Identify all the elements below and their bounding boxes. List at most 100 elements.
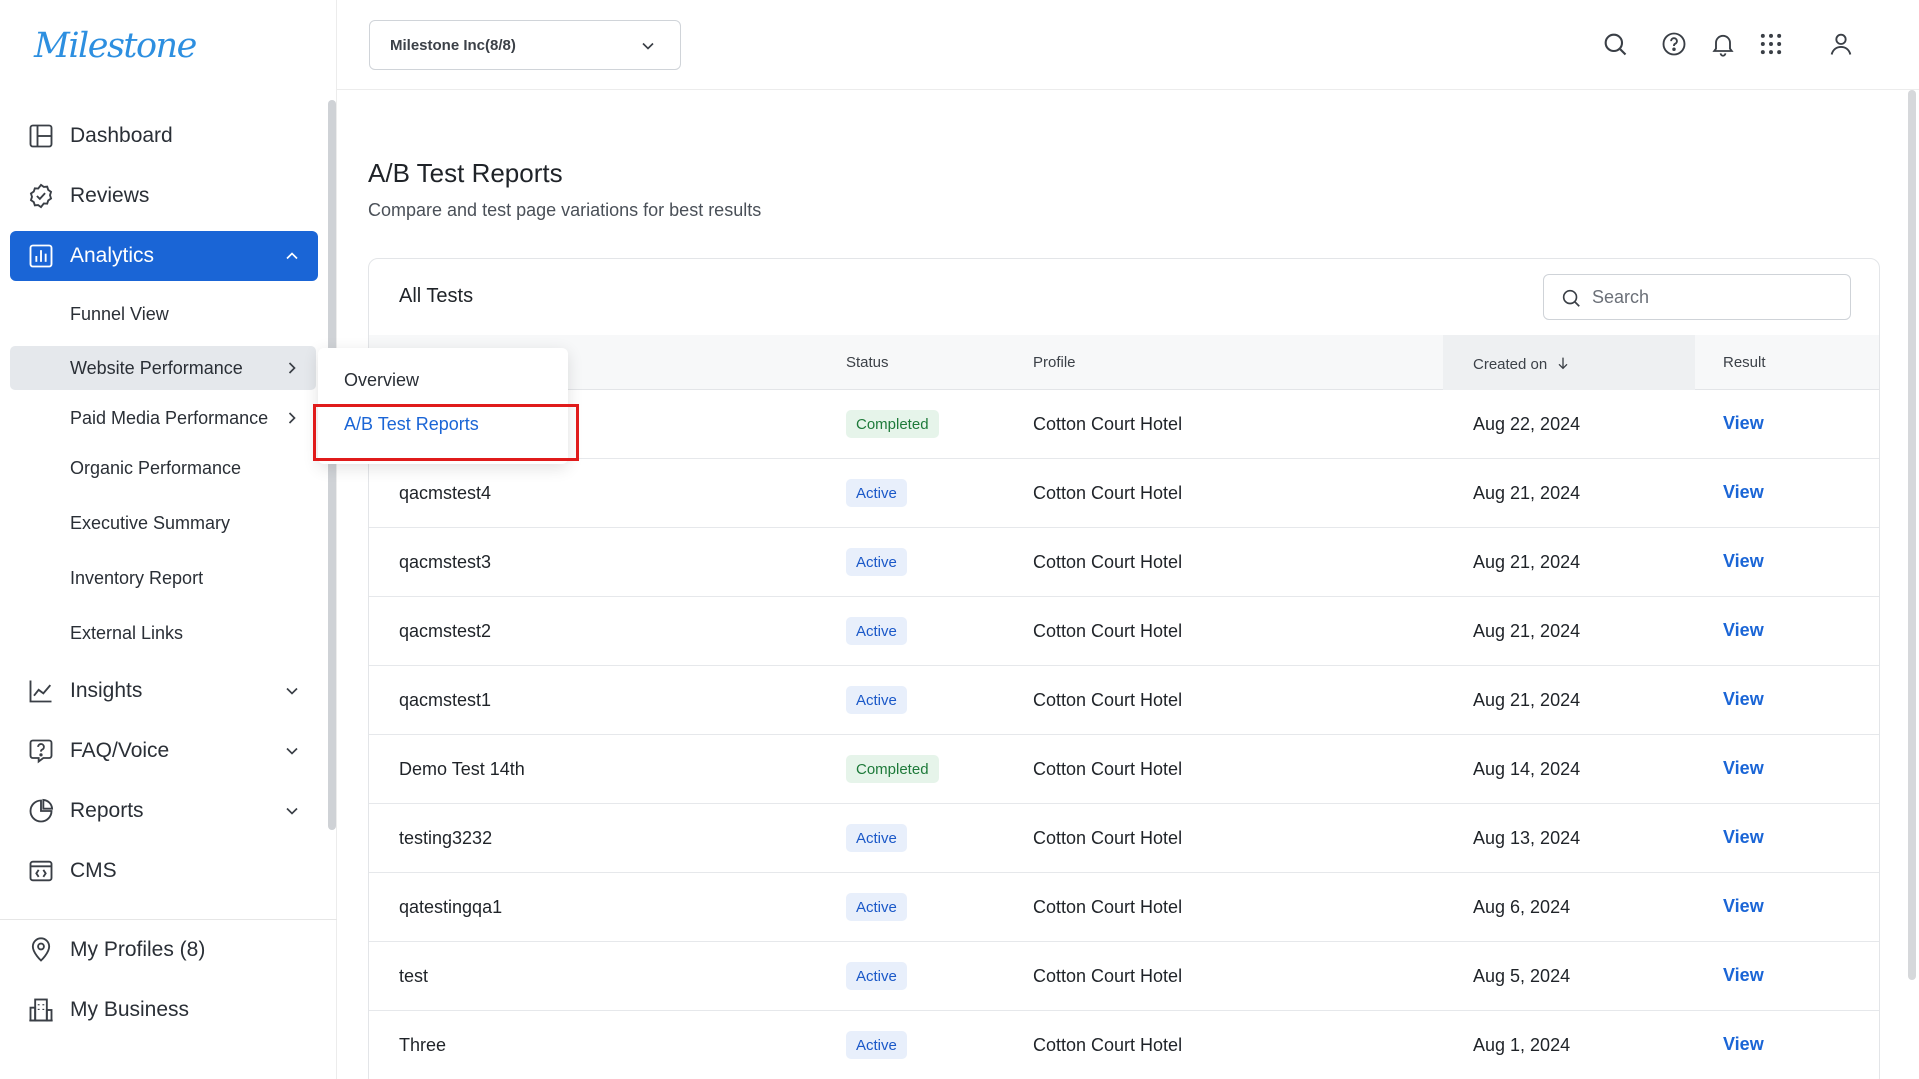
sidebar-item-insights[interactable]: Insights bbox=[10, 666, 318, 716]
milestone-logo[interactable]: Milestone bbox=[34, 26, 197, 66]
apps-grid-icon[interactable] bbox=[1757, 30, 1785, 58]
view-result-link[interactable]: View bbox=[1723, 827, 1764, 848]
view-result-link[interactable]: View bbox=[1723, 620, 1764, 641]
created-date: Aug 1, 2024 bbox=[1473, 1035, 1571, 1055]
view-result-link[interactable]: View bbox=[1723, 965, 1764, 986]
organization-selector[interactable]: Milestone Inc(8/8) bbox=[369, 20, 681, 70]
help-icon[interactable] bbox=[1660, 30, 1688, 58]
sidebar-subitem-organic-performance[interactable]: Organic Performance bbox=[10, 446, 316, 490]
arrow-down-icon bbox=[1558, 357, 1568, 370]
test-name: qacmstest1 bbox=[399, 690, 492, 710]
sidebar: Milestone Dashboard Reviews Analytics Fu… bbox=[0, 0, 337, 1079]
column-created-on[interactable]: Created on bbox=[1473, 355, 1571, 373]
sidebar-subitem-website-performance[interactable]: Website Performance bbox=[10, 346, 316, 390]
status-badge: Completed bbox=[846, 755, 939, 783]
table-row[interactable]: qacmstest2 Active Cotton Court Hotel Aug 21… bbox=[369, 597, 1879, 666]
column-result[interactable]: Result bbox=[1723, 354, 1766, 371]
column-status[interactable]: Status bbox=[846, 354, 889, 371]
bell-icon[interactable] bbox=[1709, 30, 1737, 58]
profile-name: Cotton Court Hotel bbox=[1033, 966, 1183, 986]
view-result-link[interactable]: View bbox=[1723, 1034, 1764, 1055]
sidebar-item-cms[interactable]: CMS bbox=[10, 846, 318, 896]
profile-name: Cotton Court Hotel bbox=[1033, 621, 1183, 641]
table-row[interactable]: Three Active Cotton Court Hotel Aug 1, 2024… bbox=[369, 1011, 1879, 1079]
status-badge: Completed bbox=[846, 410, 939, 438]
created-date: Aug 13, 2024 bbox=[1473, 828, 1581, 848]
subitem-label: Inventory Report bbox=[70, 567, 204, 588]
search-input[interactable]: Search bbox=[1543, 274, 1851, 320]
sidebar-scrollbar[interactable] bbox=[328, 100, 336, 830]
sidebar-item-label: My Business bbox=[70, 998, 190, 1021]
sidebar-subitem-inventory-report[interactable]: Inventory Report bbox=[10, 556, 316, 600]
test-name: Three bbox=[399, 1035, 447, 1055]
sidebar-item-reviews[interactable]: Reviews bbox=[10, 171, 318, 221]
table-row[interactable]: Completed Cotton Court Hotel Aug 22, 2024 V… bbox=[369, 390, 1879, 459]
profile-name: Cotton Court Hotel bbox=[1033, 1035, 1183, 1055]
layout-icon bbox=[26, 121, 56, 151]
sidebar-item-faq-voice[interactable]: FAQ/Voice bbox=[10, 726, 318, 776]
sidebar-item-label: Reports bbox=[70, 799, 144, 822]
sidebar-item-dashboard[interactable]: Dashboard bbox=[10, 111, 318, 161]
status-badge: Active bbox=[846, 617, 907, 645]
created-date: Aug 5, 2024 bbox=[1473, 966, 1571, 986]
test-name: qacmstest4 bbox=[399, 483, 492, 503]
main-scrollbar[interactable] bbox=[1908, 90, 1916, 980]
view-result-link[interactable]: View bbox=[1723, 896, 1764, 917]
test-name: qacmstest3 bbox=[399, 552, 492, 572]
sidebar-item-my-business[interactable]: My Business bbox=[10, 985, 318, 1035]
pie-chart-icon bbox=[26, 796, 56, 826]
sidebar-subitem-executive-summary[interactable]: Executive Summary bbox=[10, 501, 316, 545]
created-date: Aug 14, 2024 bbox=[1473, 759, 1581, 779]
location-pin-icon bbox=[26, 935, 56, 965]
code-window-icon bbox=[26, 856, 56, 886]
flyout-item-overview[interactable]: Overview bbox=[344, 370, 419, 391]
top-header: Milestone Inc(8/8) bbox=[337, 0, 1919, 90]
highlight-annotation-box bbox=[313, 404, 579, 461]
test-name: qatestingqa1 bbox=[399, 897, 503, 917]
subitem-label: External Links bbox=[70, 622, 184, 643]
status-badge: Active bbox=[846, 824, 907, 852]
status-badge: Active bbox=[846, 962, 907, 990]
sidebar-item-label: Dashboard bbox=[70, 124, 173, 147]
view-result-link[interactable]: View bbox=[1723, 689, 1764, 710]
sidebar-item-reports[interactable]: Reports bbox=[10, 786, 318, 836]
building-icon bbox=[26, 995, 56, 1025]
subitem-label: Paid Media Performance bbox=[70, 407, 269, 428]
chevron-down-icon bbox=[286, 807, 298, 815]
chevron-right-icon bbox=[288, 412, 296, 424]
badge-check-icon bbox=[26, 181, 56, 211]
created-date: Aug 22, 2024 bbox=[1473, 414, 1581, 434]
view-result-link[interactable]: View bbox=[1723, 413, 1764, 434]
sidebar-item-analytics[interactable]: Analytics bbox=[10, 231, 318, 281]
test-name: Demo Test 14th bbox=[399, 759, 525, 779]
subitem-label: Executive Summary bbox=[70, 512, 231, 533]
chevron-up-icon bbox=[286, 252, 298, 260]
created-date: Aug 21, 2024 bbox=[1473, 483, 1581, 503]
table-row[interactable]: test Active Cotton Court Hotel Aug 5, 2024 V… bbox=[369, 942, 1879, 1011]
page-subtitle: Compare and test page variations for bes… bbox=[368, 200, 762, 220]
profile-name: Cotton Court Hotel bbox=[1033, 690, 1183, 710]
column-profile[interactable]: Profile bbox=[1033, 354, 1076, 371]
table-row[interactable]: qacmstest4 Active Cotton Court Hotel Aug 21… bbox=[369, 459, 1879, 528]
table-row[interactable]: qacmstest1 Active Cotton Court Hotel Aug 21… bbox=[369, 666, 1879, 735]
subitem-label: Organic Performance bbox=[70, 457, 242, 478]
sidebar-subitem-external-links[interactable]: External Links bbox=[10, 611, 316, 655]
view-result-link[interactable]: View bbox=[1723, 551, 1764, 572]
table-row[interactable]: Demo Test 14th Completed Cotton Court Hote… bbox=[369, 735, 1879, 804]
table-row[interactable]: qacmstest3 Active Cotton Court Hotel Aug 21… bbox=[369, 528, 1879, 597]
line-chart-icon bbox=[26, 676, 56, 706]
table-row[interactable]: qatestingqa1 Active Cotton Court Hotel Aug … bbox=[369, 873, 1879, 942]
view-result-link[interactable]: View bbox=[1723, 758, 1764, 779]
sidebar-divider bbox=[0, 919, 337, 920]
profile-name: Cotton Court Hotel bbox=[1033, 828, 1183, 848]
view-result-link[interactable]: View bbox=[1723, 482, 1764, 503]
sidebar-subitem-funnel-view[interactable]: Funnel View bbox=[10, 292, 316, 336]
sidebar-item-my-profiles[interactable]: My Profiles (8) bbox=[10, 925, 318, 975]
search-icon[interactable] bbox=[1601, 30, 1629, 58]
chevron-right-icon bbox=[288, 362, 296, 374]
table-row[interactable]: testing3232 Active Cotton Court Hotel Aug 1… bbox=[369, 804, 1879, 873]
sidebar-item-label: Analytics bbox=[70, 244, 155, 267]
sidebar-subitem-paid-media-performance[interactable]: Paid Media Performance bbox=[10, 396, 316, 440]
test-name: testing3232 bbox=[399, 828, 493, 848]
user-icon[interactable] bbox=[1827, 30, 1855, 58]
